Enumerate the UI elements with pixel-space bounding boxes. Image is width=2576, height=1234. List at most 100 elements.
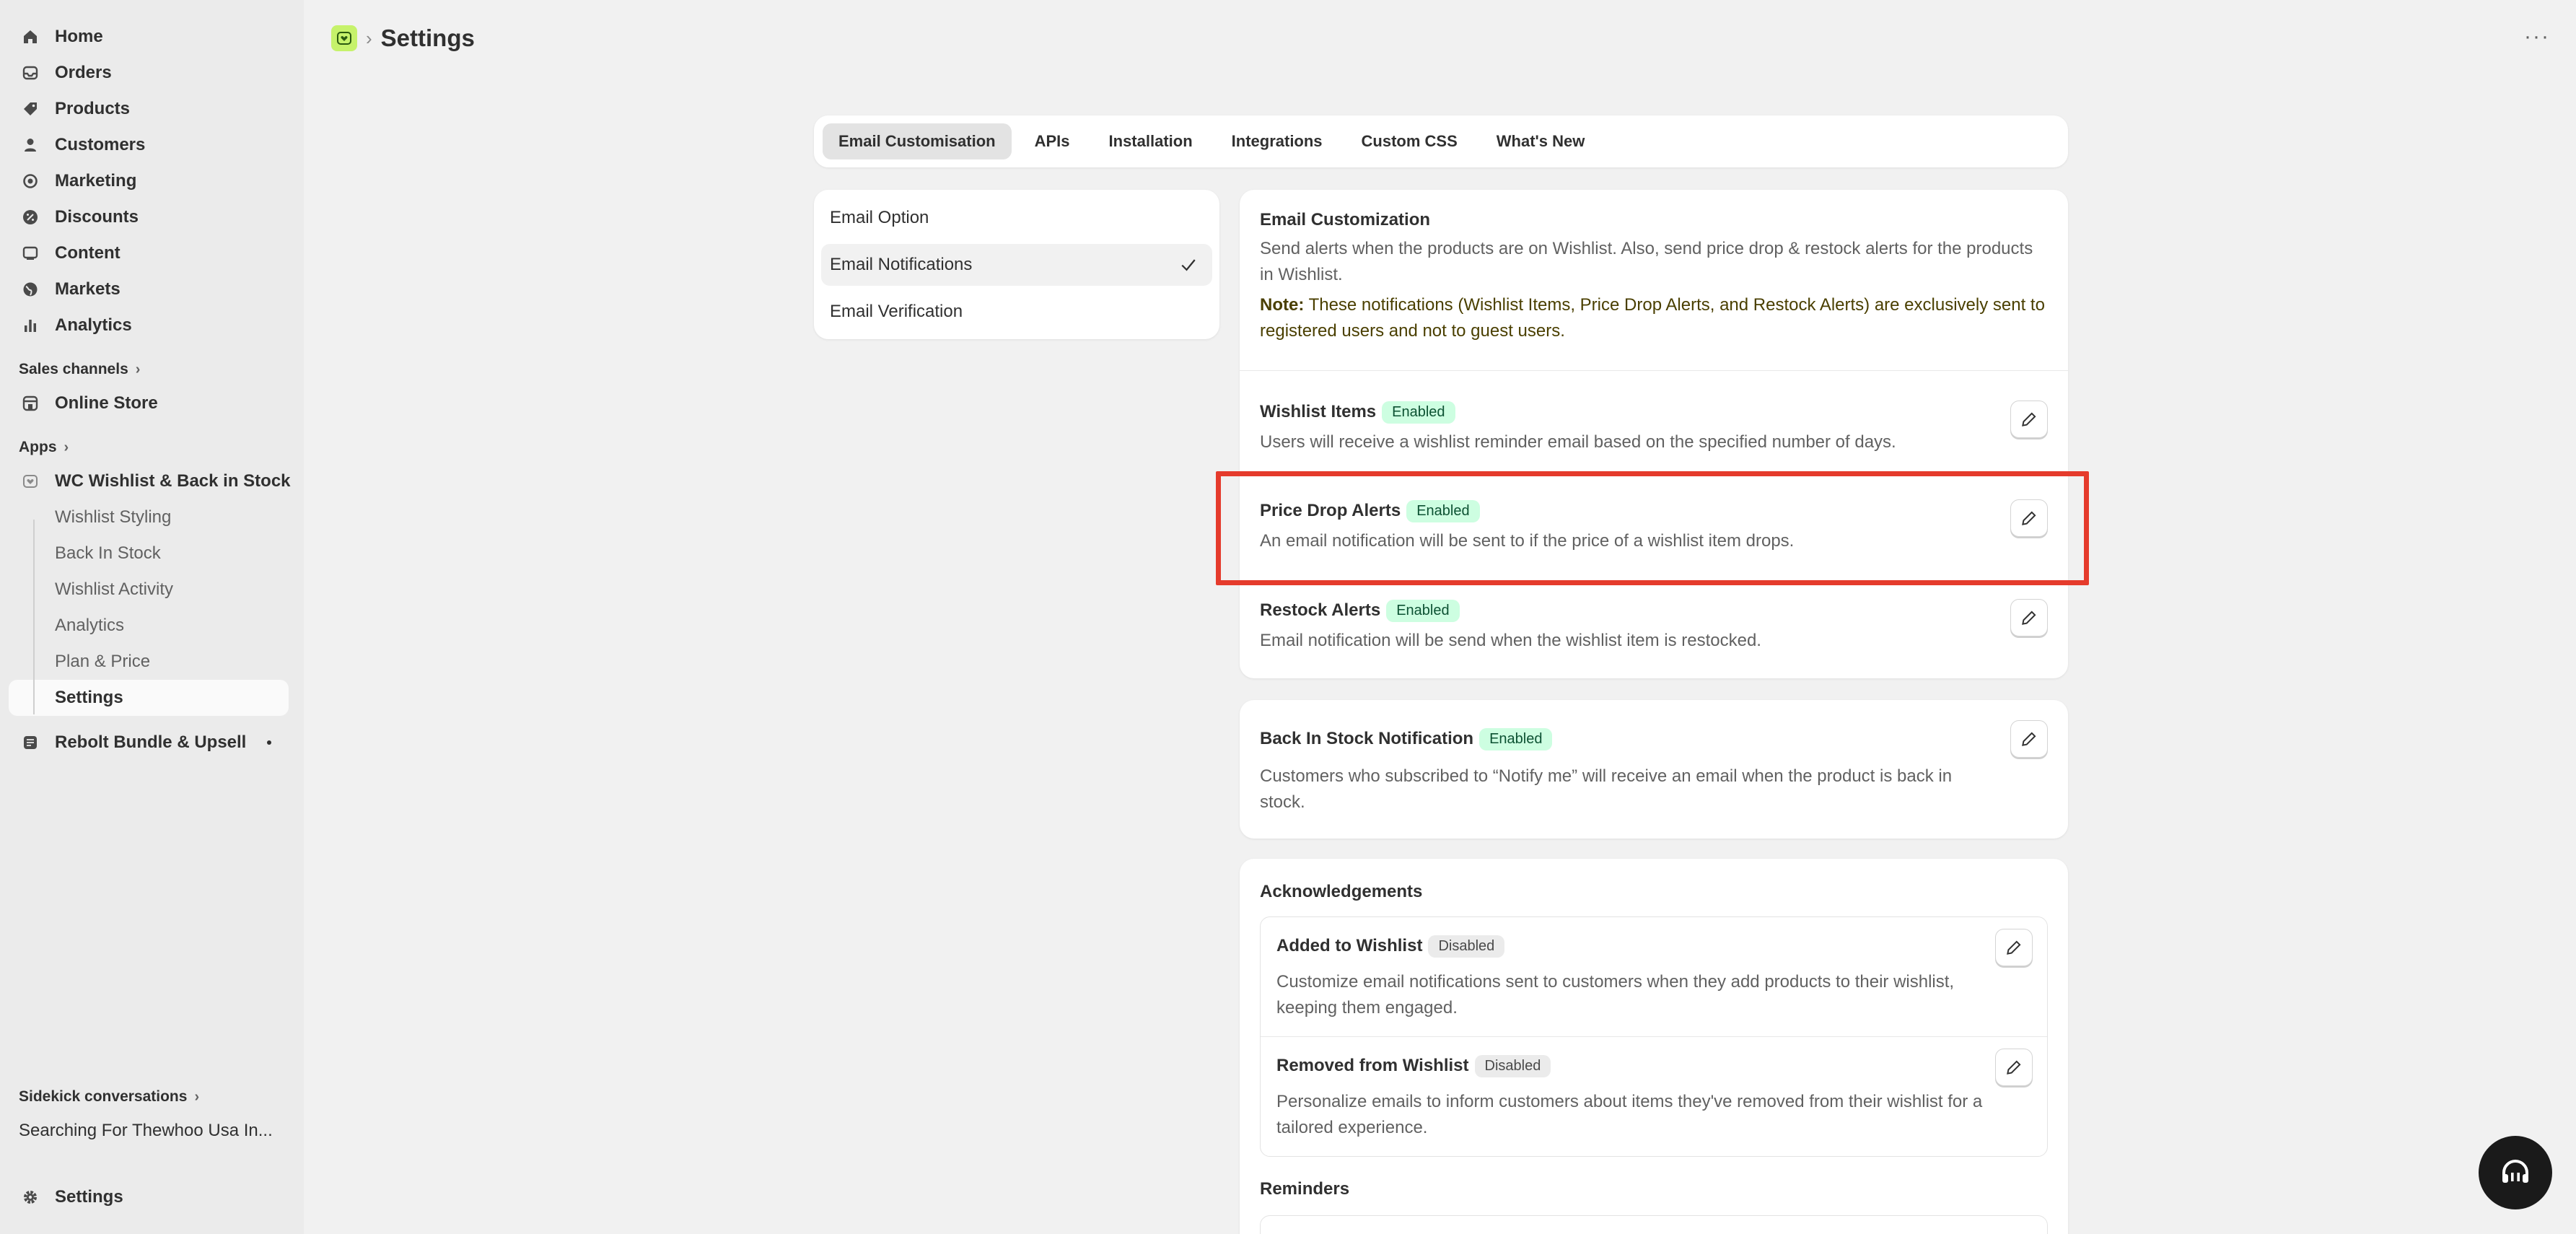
bar-chart-icon xyxy=(22,317,39,334)
email-customization-card: Email Customization Send alerts when the… xyxy=(1240,190,2068,678)
page-header: › Settings ··· xyxy=(304,0,2576,76)
note-label: Note: xyxy=(1260,295,1305,315)
removed-from-wishlist-row: Removed from Wishlist Disabled Personali… xyxy=(1276,1053,2034,1141)
reminders-title: Reminders xyxy=(1260,1179,1350,1199)
nav-label: WC Wishlist & Back in Stock xyxy=(55,471,291,491)
subnav-label: Wishlist Styling xyxy=(55,507,172,527)
nav-label: Rebolt Bundle & Upsell xyxy=(55,732,247,752)
discount-icon xyxy=(22,209,39,226)
inbox-icon xyxy=(22,64,39,82)
email-options-menu: Email Option Email Notifications Email V… xyxy=(814,190,1219,339)
acknowledgements-title: Acknowledgements xyxy=(1260,882,1423,901)
tab-email-customisation[interactable]: Email Customisation xyxy=(823,123,1012,159)
nav-app-wishlist[interactable]: WC Wishlist & Back in Stock xyxy=(0,463,304,499)
option-email-notifications[interactable]: Email Notifications xyxy=(821,244,1212,286)
status-badge: Enabled xyxy=(1406,499,1480,522)
edit-back-in-stock-button[interactable] xyxy=(2010,720,2048,758)
nav-label: Customers xyxy=(55,135,146,154)
pencil-icon xyxy=(2007,1060,2021,1075)
price-drop-alerts-row: Price Drop Alerts Enabled An email notif… xyxy=(1260,498,1794,554)
acknowledgements-list: Added to Wishlist Disabled Customize ema… xyxy=(1260,916,2048,1157)
nav-online-store[interactable]: Online Store xyxy=(0,385,304,421)
option-email-verification[interactable]: Email Verification xyxy=(821,291,1212,333)
tab-installation[interactable]: Installation xyxy=(1093,123,1209,159)
status-badge: Disabled xyxy=(1474,1054,1551,1077)
nav-label: Content xyxy=(55,243,121,263)
option-label: Email Verification xyxy=(830,302,963,321)
nav-markets[interactable]: Markets xyxy=(0,271,304,307)
row-title: Price Drop Alerts xyxy=(1260,501,1401,520)
edit-price-drop-alerts-button[interactable] xyxy=(2010,499,2048,537)
subnav-wishlist-activity[interactable]: Wishlist Activity xyxy=(0,572,304,608)
wishlist-app-icon xyxy=(22,473,39,490)
row-header: Added to Wishlist Disabled xyxy=(1276,933,1998,959)
nav-discounts[interactable]: Discounts xyxy=(0,199,304,235)
nav-products[interactable]: Products xyxy=(0,91,304,127)
edit-added-to-wishlist-button[interactable] xyxy=(1995,929,2033,966)
pencil-icon xyxy=(2022,412,2036,426)
row-description: Users will receive a wishlist reminder e… xyxy=(1260,432,1896,452)
checkmark-icon xyxy=(1181,259,1196,271)
subnav-settings[interactable]: Settings xyxy=(9,680,289,716)
row-description: An email notification will be sent to if… xyxy=(1260,531,1795,551)
sales-channels-header[interactable]: Sales channels › xyxy=(0,354,304,385)
nav-app-rebolt[interactable]: Rebolt Bundle & Upsell xyxy=(0,725,304,761)
chevron-right-icon: › xyxy=(63,439,69,455)
edit-restock-alerts-button[interactable] xyxy=(2010,599,2048,636)
subnav-wishlist-styling[interactable]: Wishlist Styling xyxy=(0,499,304,535)
nav-orders[interactable]: Orders xyxy=(0,55,304,91)
globe-icon xyxy=(22,281,39,298)
apps-header[interactable]: Apps › xyxy=(0,432,304,463)
edit-wishlist-items-button[interactable] xyxy=(2010,401,2048,438)
reminders-list xyxy=(1260,1215,2048,1234)
row-title: Removed from Wishlist xyxy=(1276,1056,1469,1075)
nav-content[interactable]: Content xyxy=(0,235,304,271)
tab-custom-css[interactable]: Custom CSS xyxy=(1346,123,1473,159)
row-title: Restock Alerts xyxy=(1260,600,1381,620)
person-icon xyxy=(22,136,39,154)
subnav-label: Wishlist Activity xyxy=(55,579,174,599)
sidebar-bottom: Sidekick conversations › Searching For T… xyxy=(0,1071,304,1234)
subnav-label: Analytics xyxy=(55,616,125,635)
sidekick-header[interactable]: Sidekick conversations › xyxy=(0,1081,304,1113)
tab-apis[interactable]: APIs xyxy=(1019,123,1086,159)
status-badge: Enabled xyxy=(1479,727,1553,751)
sidekick-item[interactable]: Searching For Thewhoo Usa In... xyxy=(0,1113,304,1149)
tab-whats-new[interactable]: What's New xyxy=(1481,123,1601,159)
support-chat-button[interactable] xyxy=(2479,1136,2552,1209)
nav-home[interactable]: Home xyxy=(0,19,304,55)
row-title: Added to Wishlist xyxy=(1276,936,1423,955)
subnav-analytics[interactable]: Analytics xyxy=(0,608,304,644)
option-label: Email Notifications xyxy=(830,255,973,274)
nav-customers[interactable]: Customers xyxy=(0,127,304,163)
subnav-label: Back In Stock xyxy=(55,543,161,563)
page-title: Settings xyxy=(380,25,475,51)
nav-label: Online Store xyxy=(55,393,158,413)
subnav-plan-price[interactable]: Plan & Price xyxy=(0,644,304,680)
acknowledgements-card: Acknowledgements Added to Wishlist Disab… xyxy=(1240,859,2068,1234)
subnav-back-in-stock[interactable]: Back In Stock xyxy=(0,535,304,572)
tab-integrations[interactable]: Integrations xyxy=(1216,123,1339,159)
nav-marketing[interactable]: Marketing xyxy=(0,163,304,199)
row-description: Customize email notifications sent to cu… xyxy=(1276,972,1955,1018)
edit-removed-from-wishlist-button[interactable] xyxy=(1995,1049,2033,1086)
pencil-icon xyxy=(2022,732,2036,746)
nav-label: Marketing xyxy=(55,171,137,191)
status-badge: Disabled xyxy=(1428,935,1505,958)
sidekick-item-label: Searching For Thewhoo Usa In... xyxy=(19,1121,273,1140)
nav-settings[interactable]: Settings xyxy=(0,1179,304,1215)
settings-tabs: Email Customisation APIs Installation In… xyxy=(814,115,2068,167)
row-header: Restock Alerts Enabled xyxy=(1260,598,1761,623)
subnav-label: Settings xyxy=(55,688,123,707)
row-header: Back In Stock Notification Enabled xyxy=(1260,726,1981,752)
option-email-option[interactable]: Email Option xyxy=(821,197,1212,239)
note-text: These notifications (Wishlist Items, Pri… xyxy=(1260,295,2045,341)
nav-label: Home xyxy=(55,27,103,46)
more-actions-button[interactable]: ··· xyxy=(2524,25,2550,49)
sales-channels-label: Sales channels xyxy=(19,361,128,377)
nav-analytics[interactable]: Analytics xyxy=(0,307,304,343)
bundle-app-icon xyxy=(22,734,39,751)
app-logo-icon[interactable] xyxy=(331,25,357,51)
status-badge: Enabled xyxy=(1386,599,1460,622)
nav-label: Settings xyxy=(55,1187,123,1207)
